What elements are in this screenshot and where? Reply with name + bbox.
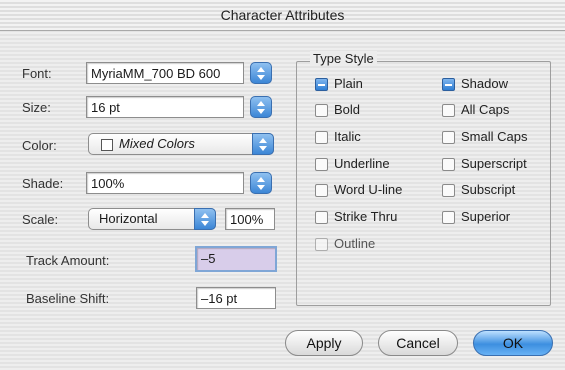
bold-label: Bold bbox=[334, 102, 361, 117]
arrow-up-icon bbox=[257, 67, 265, 72]
popup-arrows-icon bbox=[194, 208, 216, 230]
italic-label: Italic bbox=[334, 129, 361, 144]
small-caps-label: Small Caps bbox=[461, 129, 528, 144]
strike-thru-label: Strike Thru bbox=[334, 209, 398, 224]
arrow-up-icon bbox=[257, 101, 265, 106]
superior-label: Superior bbox=[461, 209, 511, 224]
baseline-shift-label: Baseline Shift: bbox=[26, 291, 110, 306]
all-caps-label: All Caps bbox=[461, 102, 510, 117]
track-amount-label: Track Amount: bbox=[26, 253, 110, 268]
shadow-checkbox[interactable] bbox=[442, 78, 455, 91]
scale-amount-field[interactable]: 100% bbox=[225, 208, 275, 230]
underline-label: Underline bbox=[334, 156, 390, 171]
word-underline-label: Word U-line bbox=[334, 182, 403, 197]
plain-checkbox[interactable] bbox=[315, 78, 328, 91]
color-swatch-icon bbox=[101, 139, 113, 151]
underline-checkbox[interactable] bbox=[315, 158, 328, 171]
arrow-down-icon bbox=[257, 109, 265, 114]
plain-label: Plain bbox=[334, 76, 363, 91]
color-label: Color: bbox=[22, 138, 57, 153]
superscript-label: Superscript bbox=[461, 156, 527, 171]
font-field[interactable]: MyriaMM_700 BD 600 bbox=[86, 62, 244, 84]
bold-checkbox[interactable] bbox=[315, 104, 328, 117]
popup-arrows-icon bbox=[252, 133, 274, 155]
all-caps-checkbox[interactable] bbox=[442, 104, 455, 117]
shade-label: Shade: bbox=[22, 176, 64, 191]
arrow-down-icon bbox=[257, 75, 265, 80]
color-popup[interactable]: Mixed Colors bbox=[88, 133, 274, 155]
title-bar: Character Attributes bbox=[0, 0, 565, 31]
strike-thru-checkbox[interactable] bbox=[315, 211, 328, 224]
dialog-title: Character Attributes bbox=[220, 7, 345, 23]
size-field[interactable]: 16 pt bbox=[86, 96, 244, 118]
color-value: Mixed Colors bbox=[119, 136, 195, 151]
subscript-checkbox[interactable] bbox=[442, 184, 455, 197]
arrow-up-icon bbox=[257, 177, 265, 182]
superscript-checkbox[interactable] bbox=[442, 158, 455, 171]
subscript-label: Subscript bbox=[461, 182, 516, 197]
type-style-title: Type Style bbox=[310, 51, 377, 66]
superior-checkbox[interactable] bbox=[442, 211, 455, 224]
cancel-button[interactable]: Cancel bbox=[378, 330, 458, 356]
shadow-label: Shadow bbox=[461, 76, 508, 91]
font-label: Font: bbox=[22, 66, 52, 81]
outline-label: Outline bbox=[334, 236, 376, 251]
shade-menu-button[interactable] bbox=[250, 172, 272, 194]
scale-label: Scale: bbox=[22, 212, 59, 227]
scale-popup[interactable]: Horizontal bbox=[88, 208, 216, 230]
baseline-shift-field[interactable]: –16 pt bbox=[196, 287, 276, 309]
arrow-down-icon bbox=[257, 185, 265, 190]
small-caps-checkbox[interactable] bbox=[442, 131, 455, 144]
font-menu-button[interactable] bbox=[250, 62, 272, 84]
apply-button[interactable]: Apply bbox=[285, 330, 363, 356]
track-amount-field[interactable]: –5 bbox=[195, 246, 277, 272]
word-underline-checkbox[interactable] bbox=[315, 184, 328, 197]
shade-field[interactable]: 100% bbox=[86, 172, 244, 194]
scale-value: Horizontal bbox=[99, 211, 158, 226]
italic-checkbox[interactable] bbox=[315, 131, 328, 144]
outline-checkbox[interactable] bbox=[315, 238, 328, 251]
ok-button[interactable]: OK bbox=[473, 330, 553, 356]
size-menu-button[interactable] bbox=[250, 96, 272, 118]
size-label: Size: bbox=[22, 100, 51, 115]
